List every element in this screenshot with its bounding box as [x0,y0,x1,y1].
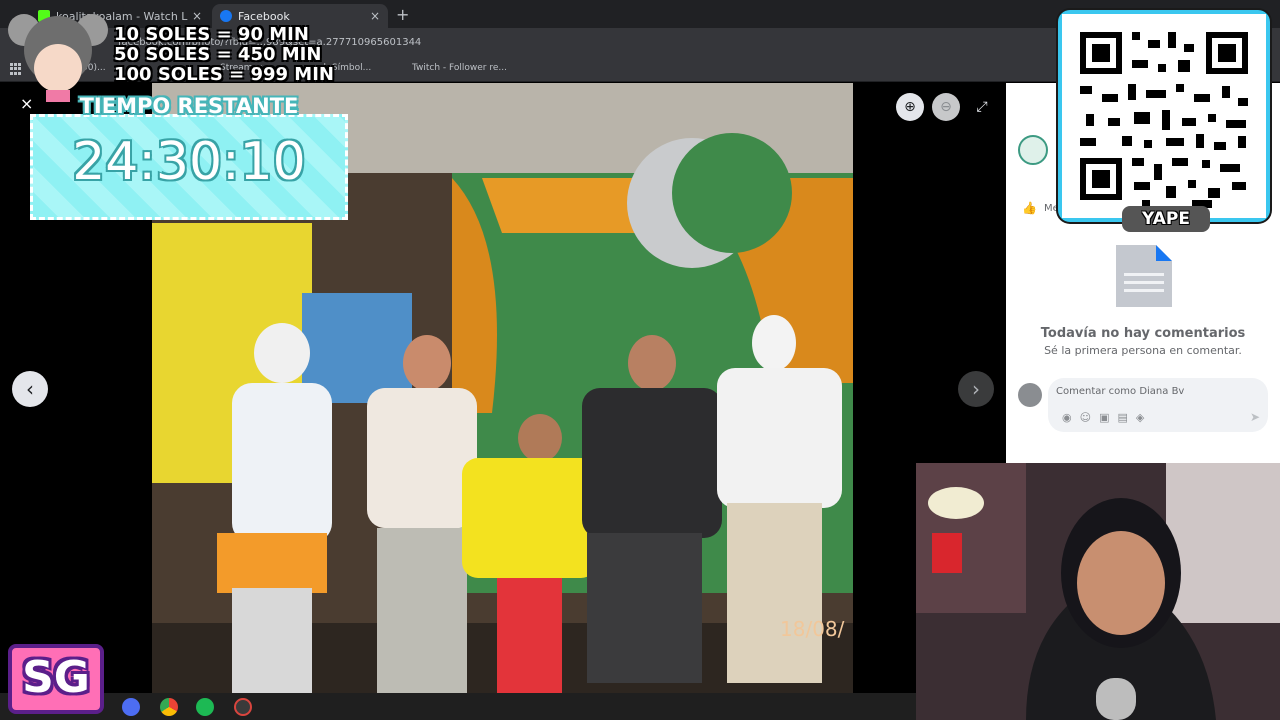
expand-icon: ⤢ [976,99,988,115]
close-tab-icon[interactable]: × [192,9,202,23]
sg-logo: SG [8,644,104,714]
webcam-scene [916,463,1280,720]
document-icon [1116,245,1172,307]
gif-icon[interactable]: ▤ [1117,411,1127,424]
countdown-timer: TIEMPO RESTANTE 24:30:10 [30,94,348,222]
koala-avatar-overlay [8,14,108,102]
obs-icon[interactable] [234,698,252,716]
previous-photo-button[interactable]: ‹ [12,371,48,407]
chrome-icon[interactable] [160,698,178,716]
facebook-icon [220,10,232,22]
qr-code [1062,14,1266,218]
page-avatar[interactable] [1018,135,1048,165]
donation-rate: 50 SOLES = 450 MIN [114,44,322,65]
no-comments-subtitle: Sé la primera persona en comentar. [1044,344,1242,357]
fullscreen-button[interactable]: ⤢ [968,93,996,121]
timer-title: TIEMPO RESTANTE [79,94,299,118]
zoom-out-icon: ⊖ [940,99,952,115]
photo-date-stamp: 18/08/ [780,617,845,641]
timer-value: 24:30:10 [72,132,306,192]
discord-icon[interactable] [122,698,140,716]
comment-tools: ◉ ☺ ▣ ▤ ◈ [1062,411,1144,424]
comment-input[interactable]: Comentar como Diana Bv ◉ ☺ ▣ ▤ ◈ ➤ [1048,378,1268,432]
yape-label: YAPE [1122,206,1210,232]
webcam-feed [916,463,1280,720]
tab-title: Facebook [238,9,290,23]
new-tab-button[interactable]: + [396,5,409,24]
no-comments-title: Todavía no hay comentarios [1040,326,1246,341]
send-icon[interactable]: ➤ [1250,410,1260,424]
bookmark-item[interactable]: Twitch - Follower re... [412,63,507,73]
emoji-icon[interactable]: ☺ [1080,411,1091,424]
like-icon[interactable]: 👍 [1022,201,1037,215]
user-avatar[interactable] [1018,383,1042,407]
screen: koalitakoalam - Watch Live on K × Facebo… [0,0,1280,720]
zoom-in-button[interactable]: ⊕ [896,93,924,121]
donation-rate: 10 SOLES = 90 MIN [114,24,309,45]
avatar-sticker-icon[interactable]: ◉ [1062,411,1072,424]
next-photo-button[interactable]: › [958,371,994,407]
yape-qr-card [1058,10,1270,222]
camera-icon[interactable]: ▣ [1099,411,1109,424]
sticker-icon[interactable]: ◈ [1136,411,1144,424]
donation-rate: 100 SOLES = 999 MIN [114,64,334,85]
like-label[interactable]: Me [1044,203,1059,214]
comment-placeholder: Comentar como Diana Bv [1056,386,1185,397]
donation-rates: 10 SOLES = 90 MIN 50 SOLES = 450 MIN 100… [114,25,354,85]
chevron-right-icon: › [972,377,980,401]
close-tab-icon[interactable]: × [370,9,380,23]
zoom-out-button[interactable]: ⊖ [932,93,960,121]
zoom-in-icon: ⊕ [904,99,916,115]
spotify-icon[interactable] [196,698,214,716]
chevron-left-icon: ‹ [26,377,34,401]
